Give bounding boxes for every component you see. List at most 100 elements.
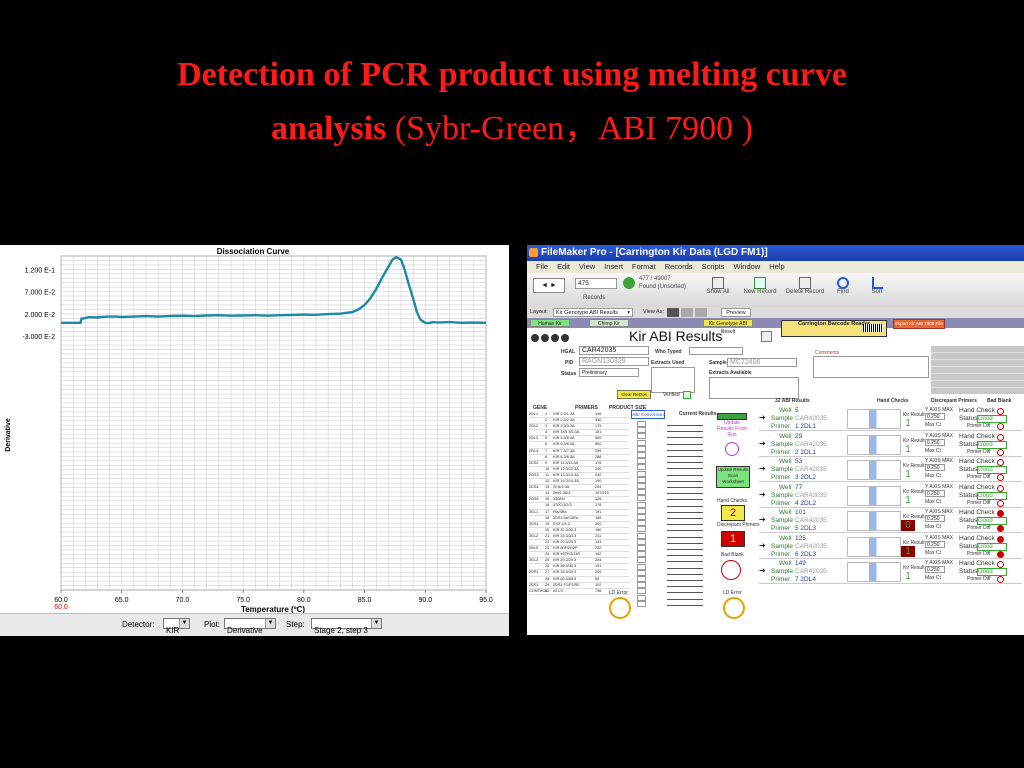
checkbox-icon[interactable] bbox=[637, 427, 646, 434]
ymax-field[interactable]: 0.250 bbox=[925, 489, 945, 497]
result-row[interactable] bbox=[637, 588, 713, 595]
result-row[interactable] bbox=[637, 557, 713, 564]
checkbox-icon[interactable] bbox=[637, 551, 646, 558]
menu-view[interactable]: View bbox=[579, 262, 595, 271]
abi-conversion-button[interactable]: ABI Conversion bbox=[631, 410, 665, 419]
checkbox-icon[interactable] bbox=[637, 433, 646, 440]
arrow-icon[interactable]: ➔ bbox=[759, 490, 766, 499]
checkbox-icon[interactable] bbox=[637, 520, 646, 527]
checkbox-icon[interactable] bbox=[637, 507, 646, 514]
pid-field[interactable]: RAGN130329 bbox=[579, 357, 649, 366]
hand-check-radio[interactable] bbox=[997, 408, 1004, 415]
ymax-field[interactable]: 0.250 bbox=[925, 438, 945, 446]
result-row[interactable] bbox=[637, 507, 713, 514]
result-row[interactable] bbox=[637, 563, 713, 570]
primer-diff-radio[interactable] bbox=[997, 474, 1004, 481]
checkbox-icon[interactable] bbox=[637, 476, 646, 483]
well-result-row[interactable]: ➔ Well 149 Sample CAR42035 Primer 7 2DL4 Kir Re… bbox=[759, 559, 1022, 584]
primer-diff-radio[interactable] bbox=[997, 576, 1004, 583]
checkbox-icon[interactable] bbox=[637, 532, 646, 539]
menu-format[interactable]: Format bbox=[632, 262, 656, 271]
menu-insert[interactable]: Insert bbox=[604, 262, 623, 271]
arrow-icon[interactable]: ➔ bbox=[759, 464, 766, 473]
view-form-button[interactable] bbox=[667, 308, 679, 317]
update-scan-button[interactable]: Update Results Scan Worksheet bbox=[716, 466, 750, 488]
status-field[interactable]: Good bbox=[977, 491, 1007, 500]
result-row[interactable] bbox=[637, 433, 713, 440]
tab-chimp-kir[interactable]: Chimp Kir bbox=[589, 319, 629, 327]
result-row[interactable] bbox=[637, 582, 713, 589]
checkbox-icon[interactable] bbox=[637, 501, 646, 508]
nav-buttons[interactable] bbox=[531, 334, 577, 343]
result-row[interactable] bbox=[637, 427, 713, 434]
ymax-field[interactable]: 0.250 bbox=[925, 464, 945, 471]
find-button[interactable]: Find bbox=[833, 277, 853, 295]
status-field[interactable]: Good bbox=[977, 415, 1007, 423]
sample-field[interactable]: MC72406 bbox=[727, 358, 797, 367]
checkbox-icon[interactable] bbox=[637, 483, 646, 489]
clear-redos-button[interactable]: Clear ReDos bbox=[617, 390, 651, 399]
checkbox-icon[interactable] bbox=[637, 470, 646, 477]
tab-human-kir[interactable]: Human Kir bbox=[530, 319, 570, 327]
comments-field[interactable] bbox=[813, 356, 929, 378]
ymax-field[interactable]: 0.250 bbox=[925, 540, 945, 548]
tab-kir-genotype[interactable]: Kir Genotype ABI Result bbox=[703, 319, 753, 335]
status-field[interactable]: Preliminary bbox=[579, 368, 639, 377]
checkbox-icon[interactable] bbox=[637, 594, 646, 601]
result-row[interactable] bbox=[637, 458, 713, 465]
arrow-icon[interactable]: ➔ bbox=[759, 413, 766, 422]
result-row[interactable] bbox=[637, 576, 713, 582]
result-row[interactable] bbox=[637, 600, 713, 607]
ymax-field[interactable]: 0.250 bbox=[925, 515, 945, 522]
primer-diff-radio[interactable] bbox=[997, 499, 1004, 507]
well-result-row[interactable]: ➔ Well 101 Sample CAR42035 Primer 5 2DL3 Kir Re… bbox=[759, 508, 1022, 533]
well-result-row[interactable]: ➔ Well 125 Sample CAR42035 Primer 6 2DL3 Kir Re… bbox=[759, 534, 1022, 559]
checkbox-icon[interactable] bbox=[637, 495, 646, 502]
well-result-row[interactable]: ➔ Well 5 Sample CAR42035 Primer 1 2DL1 Kir Resu… bbox=[759, 406, 1022, 431]
checkbox-icon[interactable] bbox=[637, 588, 646, 595]
menu-edit[interactable]: Edit bbox=[557, 262, 570, 271]
record-number-field[interactable]: 475 bbox=[575, 278, 617, 289]
hand-check-radio[interactable] bbox=[997, 433, 1004, 441]
result-row[interactable] bbox=[637, 421, 713, 427]
verified-checkbox[interactable] bbox=[683, 391, 691, 399]
arrow-icon[interactable]: ➔ bbox=[759, 439, 766, 448]
extracts-available-field[interactable] bbox=[709, 377, 799, 399]
checkbox-icon[interactable] bbox=[637, 582, 646, 589]
checkbox-icon[interactable] bbox=[637, 464, 646, 471]
result-row[interactable] bbox=[637, 569, 713, 576]
result-row[interactable] bbox=[637, 495, 713, 502]
result-row[interactable] bbox=[637, 464, 713, 471]
checkbox-icon[interactable] bbox=[637, 445, 646, 452]
update-results-button[interactable]: Update Results From Run bbox=[717, 413, 747, 441]
result-row[interactable] bbox=[637, 501, 713, 508]
record-nav-arrows[interactable]: ◄ ► bbox=[533, 278, 565, 293]
arrow-icon[interactable]: ➔ bbox=[759, 541, 766, 550]
result-row[interactable] bbox=[637, 520, 713, 527]
extracts-used-field[interactable] bbox=[651, 367, 695, 393]
preview-button[interactable]: Preview bbox=[721, 308, 751, 317]
result-row[interactable] bbox=[637, 439, 713, 446]
hand-check-radio[interactable] bbox=[997, 459, 1004, 466]
well-result-row[interactable]: ➔ Well 77 Sample CAR42035 Primer 4 2DL2 Kir Res… bbox=[759, 483, 1022, 508]
who-typed-field[interactable] bbox=[689, 347, 743, 355]
result-row[interactable] bbox=[637, 452, 713, 458]
hand-check-radio[interactable] bbox=[997, 510, 1004, 517]
well-result-row[interactable]: ➔ Well 53 Sample CAR42035 Primer 3 2DL2 Kir Res… bbox=[759, 457, 1022, 482]
status-field[interactable]: Good bbox=[977, 466, 1007, 474]
search-icon[interactable] bbox=[761, 331, 772, 342]
result-row[interactable] bbox=[637, 483, 713, 489]
checkbox-icon[interactable] bbox=[637, 557, 646, 564]
checkbox-icon[interactable] bbox=[637, 600, 646, 607]
arrow-icon[interactable]: ➔ bbox=[759, 566, 766, 575]
show-all-button[interactable]: Show All bbox=[703, 277, 733, 295]
plot-select[interactable]: Derivative ▼ bbox=[224, 618, 276, 635]
checkbox-icon[interactable] bbox=[637, 514, 646, 520]
barcode-reader-button[interactable]: Carrington Barcode Reader bbox=[781, 320, 887, 337]
result-row[interactable] bbox=[637, 526, 713, 533]
ymax-field[interactable]: 0.250 bbox=[925, 566, 945, 573]
status-field[interactable]: Good bbox=[977, 542, 1007, 551]
checkbox-icon[interactable] bbox=[637, 569, 646, 576]
primer-diff-radio[interactable] bbox=[997, 550, 1004, 558]
primer-diff-radio[interactable] bbox=[997, 525, 1004, 532]
